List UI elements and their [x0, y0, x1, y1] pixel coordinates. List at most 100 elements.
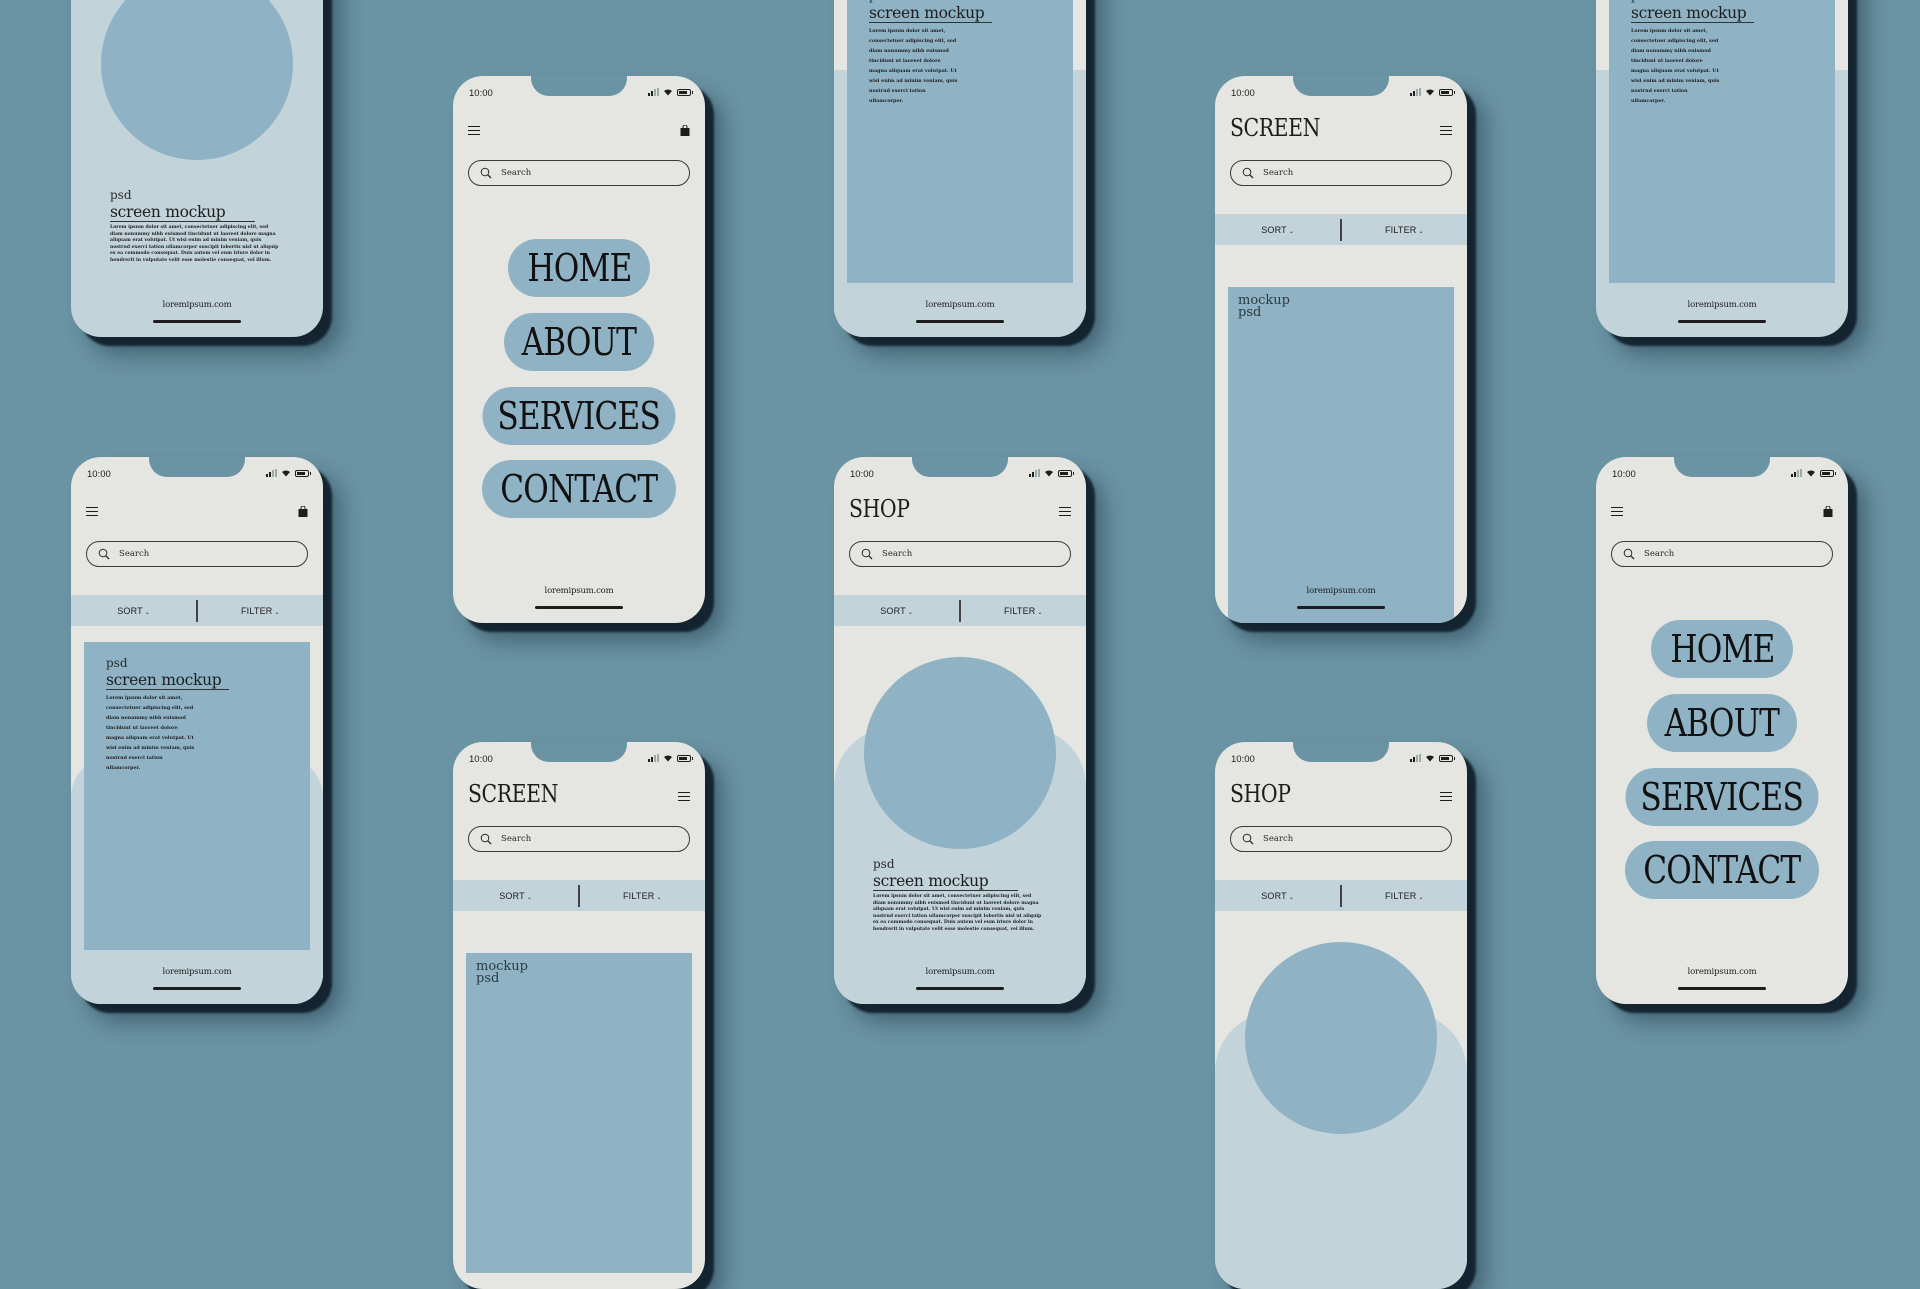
status-icons — [1410, 754, 1455, 762]
article-body: Lorem ipsum dolor sit amet, consectetuer… — [869, 28, 958, 104]
search-input[interactable]: Search — [468, 826, 690, 852]
search-icon — [1623, 548, 1635, 560]
phone-shop-article: 10:00 SHOP Search SORT ⌄ FILTER ⌄ psd scre… — [834, 457, 1086, 1004]
search-input[interactable]: Search — [849, 541, 1071, 567]
shopping-bag-icon[interactable] — [680, 125, 690, 136]
search-input[interactable]: Search — [468, 160, 690, 186]
phone-screen-list-top: 10:00 SCREEN Search SORT ⌄ FILTER ⌄ mockup… — [1215, 76, 1467, 623]
hamburger-icon[interactable] — [468, 126, 480, 136]
article-title: screen mockup — [1631, 5, 1755, 23]
filter-button[interactable]: FILTER ⌄ — [1342, 891, 1467, 901]
search-placeholder: Search — [882, 549, 913, 559]
hamburger-icon[interactable] — [1059, 507, 1071, 517]
search-input[interactable]: Search — [86, 541, 308, 567]
nav-services-button[interactable]: SERVICES — [482, 387, 676, 445]
sort-button[interactable]: SORT ⌄ — [71, 606, 196, 616]
nav-about-button[interactable]: ABOUT — [504, 313, 654, 371]
search-input[interactable]: Search — [1230, 160, 1452, 186]
home-indicator — [916, 987, 1004, 990]
nav-home-button[interactable]: HOME — [1651, 620, 1793, 678]
article-title: screen mockup — [106, 672, 230, 690]
sort-filter-bar: SORT ⌄ FILTER ⌄ — [453, 880, 705, 911]
footer-link[interactable]: loremipsum.com — [1596, 967, 1848, 977]
search-placeholder: Search — [501, 834, 532, 844]
notch — [531, 742, 627, 762]
hamburger-icon[interactable] — [86, 507, 98, 517]
article-body: Lorem ipsum dolor sit amet, consectetuer… — [1631, 28, 1720, 104]
status-time: 10:00 — [469, 88, 493, 99]
article-kicker: psd — [869, 0, 891, 3]
phone-screen-list-bottom: 10:00 SCREEN Search SORT ⌄ FILTER ⌄ mockup… — [453, 742, 705, 1289]
shopping-bag-icon[interactable] — [1823, 506, 1833, 517]
status-time: 10:00 — [87, 469, 111, 480]
battery-icon — [295, 469, 311, 477]
footer-link[interactable]: loremipsum.com — [834, 967, 1086, 977]
filter-button[interactable]: FILTER ⌄ — [961, 606, 1086, 616]
home-indicator — [535, 606, 623, 609]
search-placeholder: Search — [1263, 834, 1294, 844]
nav-home-button[interactable]: HOME — [508, 239, 650, 297]
status-time: 10:00 — [1231, 88, 1255, 99]
article-body: Lorem ipsum dolor sit amet, consectetuer… — [106, 695, 195, 771]
filter-button[interactable]: FILTER ⌄ — [198, 606, 323, 616]
footer-link[interactable]: loremipsum.com — [1596, 300, 1848, 310]
phone-shop-circle-bottom: 10:00 SHOP Search SORT ⌄ FILTER ⌄ — [1215, 742, 1467, 1289]
wifi-icon — [1806, 469, 1816, 477]
signal-icon — [1791, 469, 1802, 477]
status-icons — [266, 469, 311, 477]
content-card[interactable]: mockup psd — [1228, 287, 1454, 623]
hamburger-icon[interactable] — [678, 792, 690, 802]
sort-button[interactable]: SORT ⌄ — [1215, 891, 1340, 901]
signal-icon — [648, 88, 659, 96]
footer-link[interactable]: loremipsum.com — [1215, 586, 1467, 596]
nav-services-button[interactable]: SERVICES — [1625, 768, 1819, 826]
sort-button[interactable]: SORT ⌄ — [1215, 225, 1340, 235]
phone-nav-menu-bottom: 10:00 Search HOME ABOUT SERVICES CONTACT… — [1596, 457, 1848, 1004]
signal-icon — [1029, 469, 1040, 477]
status-icons — [648, 88, 693, 96]
sort-filter-bar: SORT ⌄ FILTER ⌄ — [1215, 214, 1467, 245]
search-icon — [98, 548, 110, 560]
battery-icon — [677, 88, 693, 96]
article-kicker: psd — [1631, 0, 1653, 3]
article-title: screen mockup — [873, 873, 1019, 891]
footer-link[interactable]: loremipsum.com — [71, 967, 323, 977]
filter-button[interactable]: FILTER ⌄ — [580, 891, 705, 901]
search-input[interactable]: Search — [1230, 826, 1452, 852]
home-indicator — [916, 320, 1004, 323]
brand-title: SHOP — [1230, 780, 1291, 808]
footer-link[interactable]: loremipsum.com — [834, 300, 1086, 310]
home-indicator — [153, 320, 241, 323]
nav-contact-button[interactable]: CONTACT — [482, 460, 676, 518]
hamburger-icon[interactable] — [1440, 792, 1452, 802]
nav-contact-button[interactable]: CONTACT — [1625, 841, 1819, 899]
phone-list-bottom-left: 10:00 Search SORT ⌄ FILTER ⌄ psd screen mo… — [71, 457, 323, 1004]
sort-filter-bar: SORT ⌄ FILTER ⌄ — [1215, 880, 1467, 911]
hamburger-icon[interactable] — [1440, 126, 1452, 136]
search-placeholder: Search — [1644, 549, 1675, 559]
article-body: Lorem ipsum dolor sit amet, consectetuer… — [110, 225, 279, 263]
sort-button[interactable]: SORT ⌄ — [453, 891, 578, 901]
content-card[interactable]: mockup psd — [466, 953, 692, 1273]
footer-link[interactable]: loremipsum.com — [71, 300, 323, 310]
status-time: 10:00 — [1231, 754, 1255, 765]
status-icons — [648, 754, 693, 762]
battery-icon — [677, 754, 693, 762]
notch — [531, 76, 627, 96]
article-title: screen mockup — [110, 204, 256, 222]
article-kicker: psd — [110, 188, 132, 202]
notch — [1293, 742, 1389, 762]
signal-icon — [1410, 88, 1421, 96]
hero-circle — [1245, 942, 1437, 1134]
home-indicator — [153, 987, 241, 990]
battery-icon — [1058, 469, 1074, 477]
filter-button[interactable]: FILTER ⌄ — [1342, 225, 1467, 235]
nav-about-button[interactable]: ABOUT — [1647, 694, 1797, 752]
footer-link[interactable]: loremipsum.com — [453, 586, 705, 596]
hamburger-icon[interactable] — [1611, 507, 1623, 517]
shopping-bag-icon[interactable] — [298, 506, 308, 517]
search-input[interactable]: Search — [1611, 541, 1833, 567]
sort-button[interactable]: SORT ⌄ — [834, 606, 959, 616]
status-icons — [1410, 88, 1455, 96]
card-label: mockup psd — [1238, 293, 1291, 320]
